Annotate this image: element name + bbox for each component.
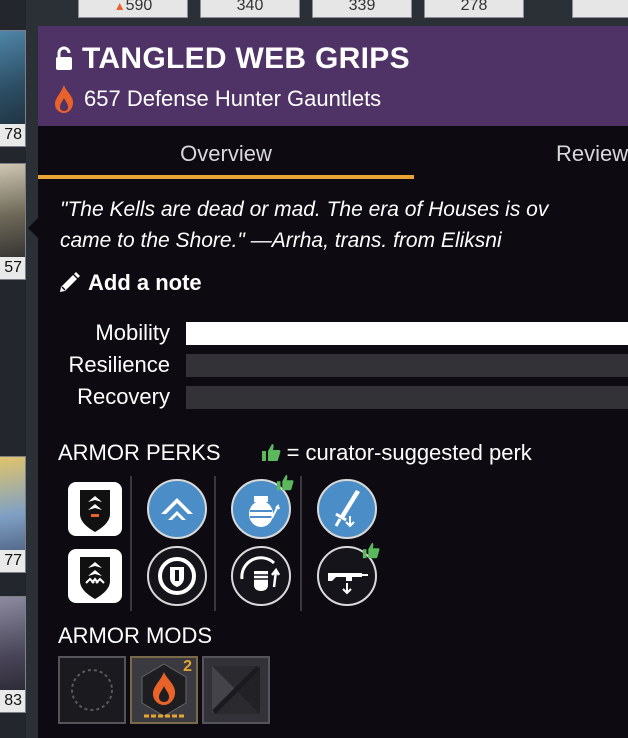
pencil-icon	[58, 272, 80, 294]
flavor-text: "The Kells are dead or mad. The era of H…	[60, 198, 549, 252]
inventory-tile[interactable]: 77	[0, 456, 26, 573]
perks-title: ARMOR PERKS	[58, 440, 221, 465]
perk-divider	[214, 476, 216, 611]
popup-caret	[28, 218, 38, 238]
item-name: TANGLED WEB GRIPS	[82, 42, 410, 75]
item-subtitle: 657 Defense Hunter Gauntlets	[84, 86, 382, 111]
inventory-tile[interactable]: ▲590	[78, 0, 188, 18]
tile-power: 77	[0, 550, 25, 572]
inventory-tile[interactable]: 340	[200, 0, 300, 18]
stat-bar	[186, 386, 628, 409]
perk-column	[226, 474, 296, 611]
subtitle-row: 657 Defense Hunter Gauntlets	[52, 84, 381, 114]
tile-power: 340	[236, 0, 264, 14]
armor-tier-icon[interactable]	[64, 478, 126, 540]
curator-thumbs-up-icon	[276, 474, 294, 492]
mod-slot[interactable]	[202, 656, 270, 724]
stat-bar	[186, 354, 628, 377]
popup-tabs: Overview Review	[38, 126, 628, 181]
stat-row-recovery: Recovery	[38, 381, 628, 413]
title-row: TANGLED WEB GRIPS	[54, 42, 410, 76]
add-note-button[interactable]: Add a note	[58, 270, 202, 296]
perk-divider	[130, 476, 132, 611]
item-header: TANGLED WEB GRIPS 657 Defense Hunter Gau…	[38, 26, 628, 126]
perk-divider	[300, 476, 302, 611]
sword-icon[interactable]	[316, 478, 378, 540]
tile-power: 339	[348, 0, 376, 14]
stat-label: Recovery	[77, 384, 170, 409]
tile-power: 278	[460, 0, 488, 14]
mod-slot[interactable]: 2	[130, 656, 198, 724]
stat-label: Mobility	[95, 320, 170, 345]
mod-slots: 2	[58, 656, 274, 724]
solar-icon: ▲	[113, 0, 126, 13]
inventory-tile[interactable]: 57	[0, 163, 26, 280]
tile-power: 57	[0, 257, 25, 279]
chevron-up-icon[interactable]	[146, 478, 208, 540]
stat-row-resilience: Resilience	[38, 349, 628, 381]
tab-overview[interactable]: Overview	[38, 126, 414, 181]
inventory-tile[interactable]: 78	[0, 30, 26, 147]
perk-column	[60, 476, 130, 611]
stat-fill	[186, 322, 628, 345]
curator-thumbs-up-icon	[362, 542, 380, 560]
thumbs-up-icon	[261, 443, 281, 463]
unlock-icon[interactable]	[54, 46, 74, 72]
stats-list: Mobility Resilience Recovery	[38, 317, 628, 413]
stat-bar	[186, 322, 628, 345]
tile-power: 590	[125, 0, 153, 14]
shield-icon[interactable]	[146, 545, 208, 607]
stat-label: Resilience	[68, 352, 171, 377]
mod-slot[interactable]	[58, 656, 126, 724]
mods-title: ARMOR MODS	[58, 623, 212, 648]
inventory-tile[interactable]: 83	[0, 596, 26, 713]
inventory-tile[interactable]: 339	[312, 0, 412, 18]
perk-column	[312, 476, 382, 611]
inventory-tile[interactable]	[572, 0, 628, 18]
tile-power: 83	[0, 690, 25, 712]
curator-legend: = curator-suggested perk	[286, 440, 532, 465]
stat-row-mobility: Mobility	[38, 317, 628, 349]
armor-tier-icon[interactable]	[64, 545, 126, 607]
mod-energy-cost: 2	[183, 658, 192, 675]
item-popup: TANGLED WEB GRIPS 657 Defense Hunter Gau…	[38, 26, 628, 738]
solar-icon	[52, 84, 76, 114]
tab-review[interactable]: Review	[556, 126, 628, 181]
inventory-tile[interactable]: 278	[424, 0, 524, 18]
empty-mod-icon	[204, 658, 268, 722]
fist-icon[interactable]	[230, 545, 292, 607]
perk-grid	[60, 474, 390, 611]
perk-column	[142, 476, 212, 611]
perks-header: ARMOR PERKS = curator-suggested perk	[58, 440, 532, 466]
add-note-label: Add a note	[88, 270, 202, 295]
tile-power: 78	[0, 124, 25, 146]
empty-socket-icon	[60, 658, 124, 722]
